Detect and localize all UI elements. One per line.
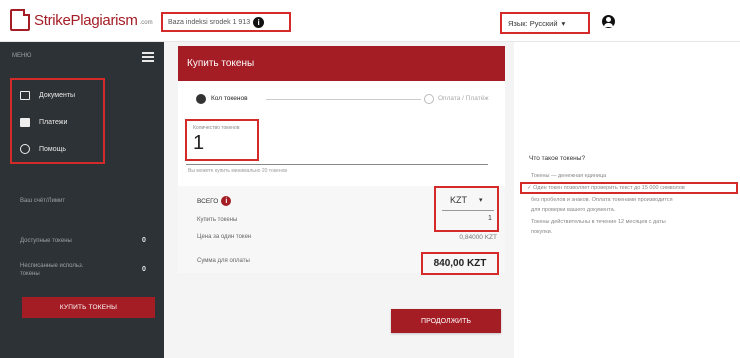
faq-title: Что такое токены? xyxy=(529,155,586,162)
logo-icon xyxy=(10,9,30,31)
quantity-input[interactable]: Количество токенов 1 xyxy=(185,119,259,161)
currency-select[interactable]: KZT ▾ 1 xyxy=(434,186,499,232)
faq-line: Токены действительны в течение 12 месяце… xyxy=(531,219,666,225)
language-label: Язык: Русский xyxy=(508,18,558,28)
sidebar-item-label: Платежи xyxy=(39,119,68,126)
available-tokens-label: Доступные токены xyxy=(20,238,72,244)
step-1-indicator xyxy=(196,94,206,104)
invoice-label: Сумма для оплаты xyxy=(197,258,250,264)
unused-tokens-label: Несписанные использ. токены xyxy=(20,263,84,277)
unused-tokens-value: 0 xyxy=(142,266,146,273)
logo-suffix: .com xyxy=(139,20,153,26)
step-2-label: Оплата / Платёж xyxy=(438,95,489,102)
sidebar-item-label: Документы xyxy=(39,92,76,99)
sidebar-item-payments[interactable]: Платежи xyxy=(20,118,67,127)
step-connector xyxy=(266,99,421,100)
tokens-label: Купить токены xyxy=(197,217,238,223)
sidebar-item-label: Помощь xyxy=(39,145,67,153)
card-icon xyxy=(20,118,30,127)
step-1-label: Кол токенов xyxy=(211,95,248,102)
quantity-hint: Вы можете купить минимально 20 токенов xyxy=(188,168,288,174)
chevron-down-icon: ▾ xyxy=(561,18,566,28)
panel-title: Купить токены xyxy=(178,46,505,81)
logo-text: StrikePlagiarism xyxy=(34,11,138,29)
sidebar-nav: Документы Платежи Помощь xyxy=(10,78,105,164)
quantity-underline xyxy=(186,164,488,165)
price-value: 0,84000 KZT xyxy=(459,234,497,241)
continue-button[interactable]: ПРОДОЛЖИТЬ xyxy=(391,309,501,333)
quantity-label: Количество токенов xyxy=(193,125,240,131)
account-label: Ваш счёт/Лимит xyxy=(20,198,66,204)
currency-underline xyxy=(442,210,494,211)
user-icon[interactable] xyxy=(602,15,615,28)
quantity-value[interactable]: 1 xyxy=(193,132,257,155)
total-label-text: ВСЕГО xyxy=(197,197,219,205)
price-label: Цена за один токен xyxy=(197,234,252,240)
info-icon[interactable]: i xyxy=(253,16,265,28)
clock-icon xyxy=(20,144,30,154)
faq-line: покупки. xyxy=(531,229,553,235)
currency-value: KZT xyxy=(450,195,467,205)
total-label: ВСЕГО i xyxy=(197,196,232,206)
info-icon[interactable]: i xyxy=(221,196,232,206)
faq-line: ✓ Один токен позволяет проверить текст д… xyxy=(527,185,685,191)
language-selector[interactable]: Язык: Русский ▾ xyxy=(500,12,590,34)
chevron-down-icon: ▾ xyxy=(479,197,483,204)
folder-icon xyxy=(20,91,30,100)
database-info-text: Baza indeksi srodek 1 913 xyxy=(168,18,251,26)
database-info: Baza indeksi srodek 1 913 i xyxy=(161,12,291,32)
faq-line: без пробелов и знаков. Оплата токенами п… xyxy=(531,197,673,203)
buy-tokens-button[interactable]: КУПИТЬ ТОКЕНЫ xyxy=(22,297,155,318)
logo[interactable]: StrikePlagiarism .com xyxy=(10,8,153,32)
sidebar-item-help[interactable]: Помощь xyxy=(20,144,66,154)
faq-line: Токены — денежная единица xyxy=(531,173,607,179)
hamburger-icon[interactable] xyxy=(142,52,154,62)
token-count-value: 1 xyxy=(488,215,492,222)
available-tokens-value: 0 xyxy=(142,237,146,244)
step-2-indicator xyxy=(424,94,434,104)
faq-line: для проверки вашего документа. xyxy=(531,207,616,213)
amount-value: 840,00 KZT xyxy=(421,252,499,275)
sidebar-item-documents[interactable]: Документы xyxy=(20,91,75,100)
menu-label: МЕНЮ xyxy=(12,53,32,59)
